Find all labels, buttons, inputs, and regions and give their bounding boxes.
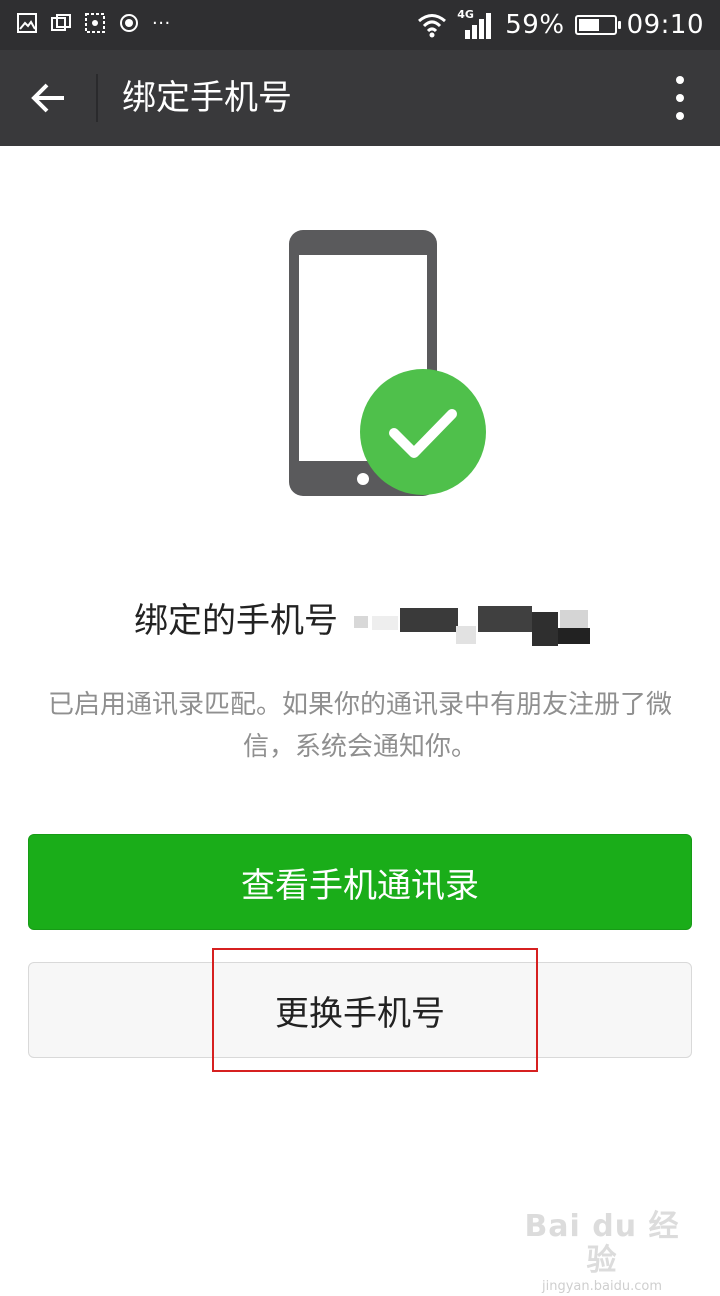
title-bar: 绑定手机号 [0,50,720,146]
page-title: 绑定手机号 [122,78,292,118]
baidu-watermark: Bai du 经验 jingyan.baidu.com [522,1210,682,1295]
back-arrow-icon [31,83,64,113]
more-dot-icon [676,94,684,102]
image-icon [17,13,37,33]
contacts-match-description: 已启用通讯录匹配。如果你的通讯录中有朋友注册了微信，系统会通知你。 [47,690,672,762]
bound-phone-label: 绑定的手机号 [134,601,338,641]
screenshot-icon [85,13,105,33]
change-phone-button[interactable]: 更换手机号 [28,962,692,1058]
battery-icon [574,15,621,35]
wifi-icon [418,14,447,38]
gallery-icon [51,14,71,31]
more-dot-icon [676,112,684,120]
view-contacts-button[interactable]: 查看手机通讯录 [28,834,692,930]
masked-phone-number [354,606,590,646]
more-notifications-icon: ··· [152,12,171,34]
more-options-button[interactable] [668,76,692,120]
signal-icon: 4G [457,8,495,40]
clock: 09:10 [626,10,704,40]
check-circle-icon [360,369,486,495]
status-bar: ··· 4G 59% 09:10 [0,0,720,50]
watermark-url: jingyan.baidu.com [542,1279,662,1294]
back-button[interactable] [22,74,74,122]
record-icon [120,14,138,32]
battery-level [578,19,599,31]
phone-verified-illustration [289,230,486,496]
watermark-logo: Bai du 经验 [524,1209,680,1278]
title-divider [96,74,98,122]
more-dot-icon [676,76,684,84]
battery-percent: 59% [505,10,565,40]
notification-icons: ··· [16,12,171,34]
